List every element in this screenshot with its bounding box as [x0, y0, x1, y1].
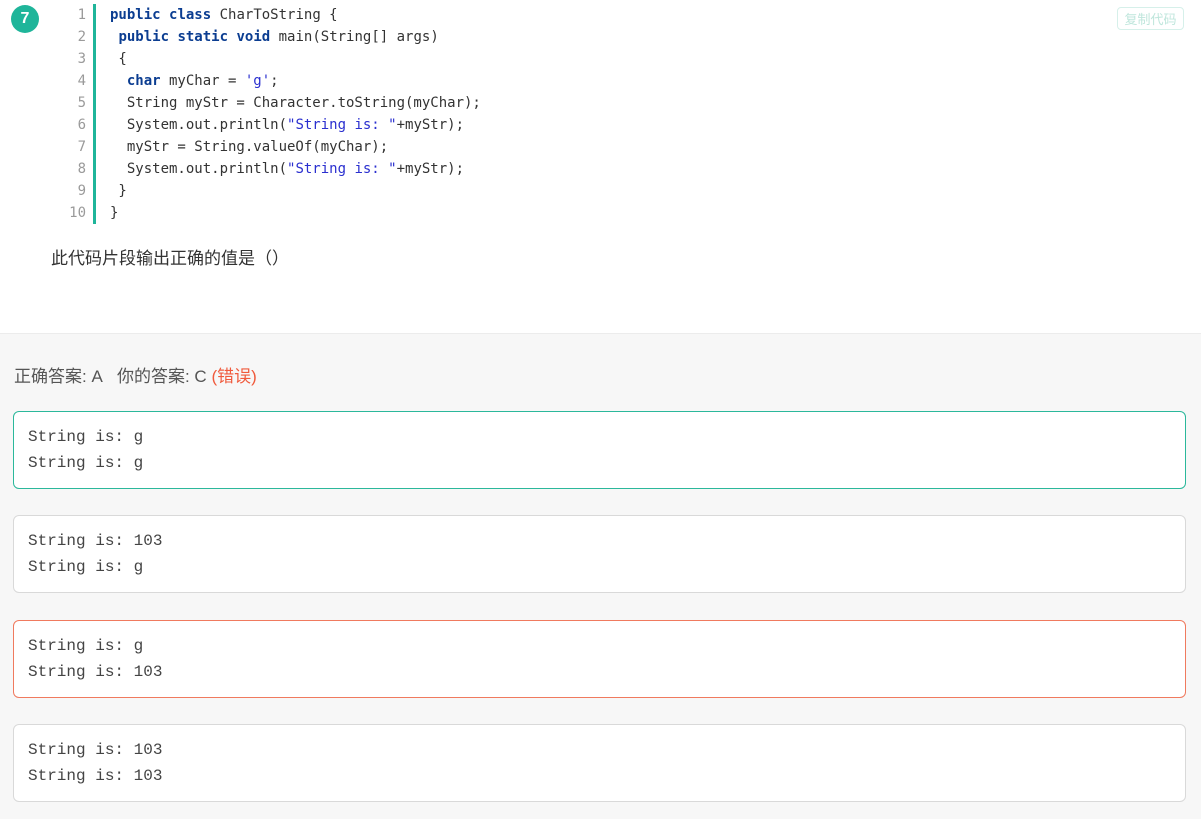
code-token: "String is: " [287, 117, 397, 133]
code-block: 1 public class CharToString { 2 public sta… [58, 4, 481, 224]
option-line: String is: g [28, 637, 144, 655]
code-line: 3 { [58, 48, 481, 70]
code-token: System.out.println( [110, 117, 288, 133]
option-a[interactable]: String is: g String is: g [13, 411, 1186, 489]
code-token: CharToString { [211, 7, 338, 23]
code-token: void [236, 29, 271, 45]
code-line: 6 System.out.println("String is: "+myStr… [58, 114, 481, 136]
code-token: char [126, 73, 161, 89]
option-line: String is: 103 [28, 741, 163, 759]
code-text: } [94, 205, 118, 221]
answer-summary: 正确答案: A 你的答案: C (错误) [14, 362, 257, 387]
question-number-badge: 7 [11, 5, 39, 33]
code-line: 2 public static void main(String[] args) [58, 26, 481, 48]
code-line: 7 myStr = String.valueOf(myChar); [58, 136, 481, 158]
code-token: static [177, 29, 229, 45]
code-line: 1 public class CharToString { [58, 4, 481, 26]
code-token: class [169, 7, 212, 23]
code-text: myStr = String.valueOf(myChar); [94, 139, 388, 155]
option-line: String is: g [28, 558, 144, 576]
code-line: 4 char myChar = 'g'; [58, 70, 481, 92]
line-number: 7 [77, 139, 86, 155]
code-gutter-bar [93, 4, 96, 224]
question-panel: 7 复制代码 1 public class CharToString { 2 pub… [0, 0, 1201, 333]
option-line: String is: g [28, 454, 144, 472]
option-line: String is: 103 [28, 532, 163, 550]
question-prompt: 此代码片段输出正确的值是（） [51, 249, 289, 268]
answer-panel: 正确答案: A 你的答案: C (错误) String is: g String… [0, 333, 1201, 819]
code-line: 9 } [58, 180, 481, 202]
line-number: 3 [77, 51, 86, 67]
code-token: main(String[] args) [270, 29, 439, 45]
code-token: System.out.println( [110, 161, 288, 177]
code-text: public class CharToString { [94, 7, 338, 23]
code-line: 8 System.out.println("String is: "+myStr… [58, 158, 481, 180]
code-text: public static void main(String[] args) [94, 29, 439, 45]
code-line: 5 String myStr = Character.toString(myCh… [58, 92, 481, 114]
line-number: 4 [77, 73, 86, 89]
code-token: } [110, 183, 127, 199]
code-token: { [110, 51, 127, 67]
verdict-label: (错误) [211, 367, 257, 386]
correct-answer-label: 正确答案: A [14, 367, 103, 386]
option-line: String is: 103 [28, 767, 163, 785]
copy-code-button[interactable]: 复制代码 [1117, 7, 1184, 30]
code-token: myStr = String.valueOf(myChar); [110, 139, 389, 155]
code-token: ; [270, 73, 279, 89]
option-c[interactable]: String is: g String is: 103 [13, 620, 1186, 698]
line-number: 10 [69, 205, 86, 221]
code-token: 'g' [244, 73, 271, 89]
code-text: } [94, 183, 127, 199]
line-number: 5 [77, 95, 86, 111]
option-b[interactable]: String is: 103 String is: g [13, 515, 1186, 593]
your-answer-label: 你的答案: C [116, 367, 207, 386]
line-number: 6 [77, 117, 86, 133]
code-text: String myStr = Character.toString(myChar… [94, 95, 481, 111]
code-text: { [94, 51, 127, 67]
line-number: 1 [77, 7, 86, 23]
code-token: myChar = [160, 73, 245, 89]
code-token: } [110, 205, 119, 221]
code-token: +myStr); [396, 117, 465, 133]
line-number: 8 [77, 161, 86, 177]
option-d[interactable]: String is: 103 String is: 103 [13, 724, 1186, 802]
code-token: public [110, 7, 161, 23]
line-number: 2 [77, 29, 86, 45]
code-token: "String is: " [287, 161, 397, 177]
code-token: +myStr); [396, 161, 465, 177]
code-text: System.out.println("String is: "+myStr); [94, 161, 464, 177]
code-line: 10} [58, 202, 481, 224]
option-line: String is: g [28, 428, 144, 446]
code-token: String myStr = Character.toString(myChar… [110, 95, 481, 111]
option-line: String is: 103 [28, 663, 163, 681]
code-text: System.out.println("String is: "+myStr); [94, 117, 464, 133]
code-text: char myChar = 'g'; [94, 73, 279, 89]
code-token: public [118, 29, 170, 45]
line-number: 9 [77, 183, 86, 199]
